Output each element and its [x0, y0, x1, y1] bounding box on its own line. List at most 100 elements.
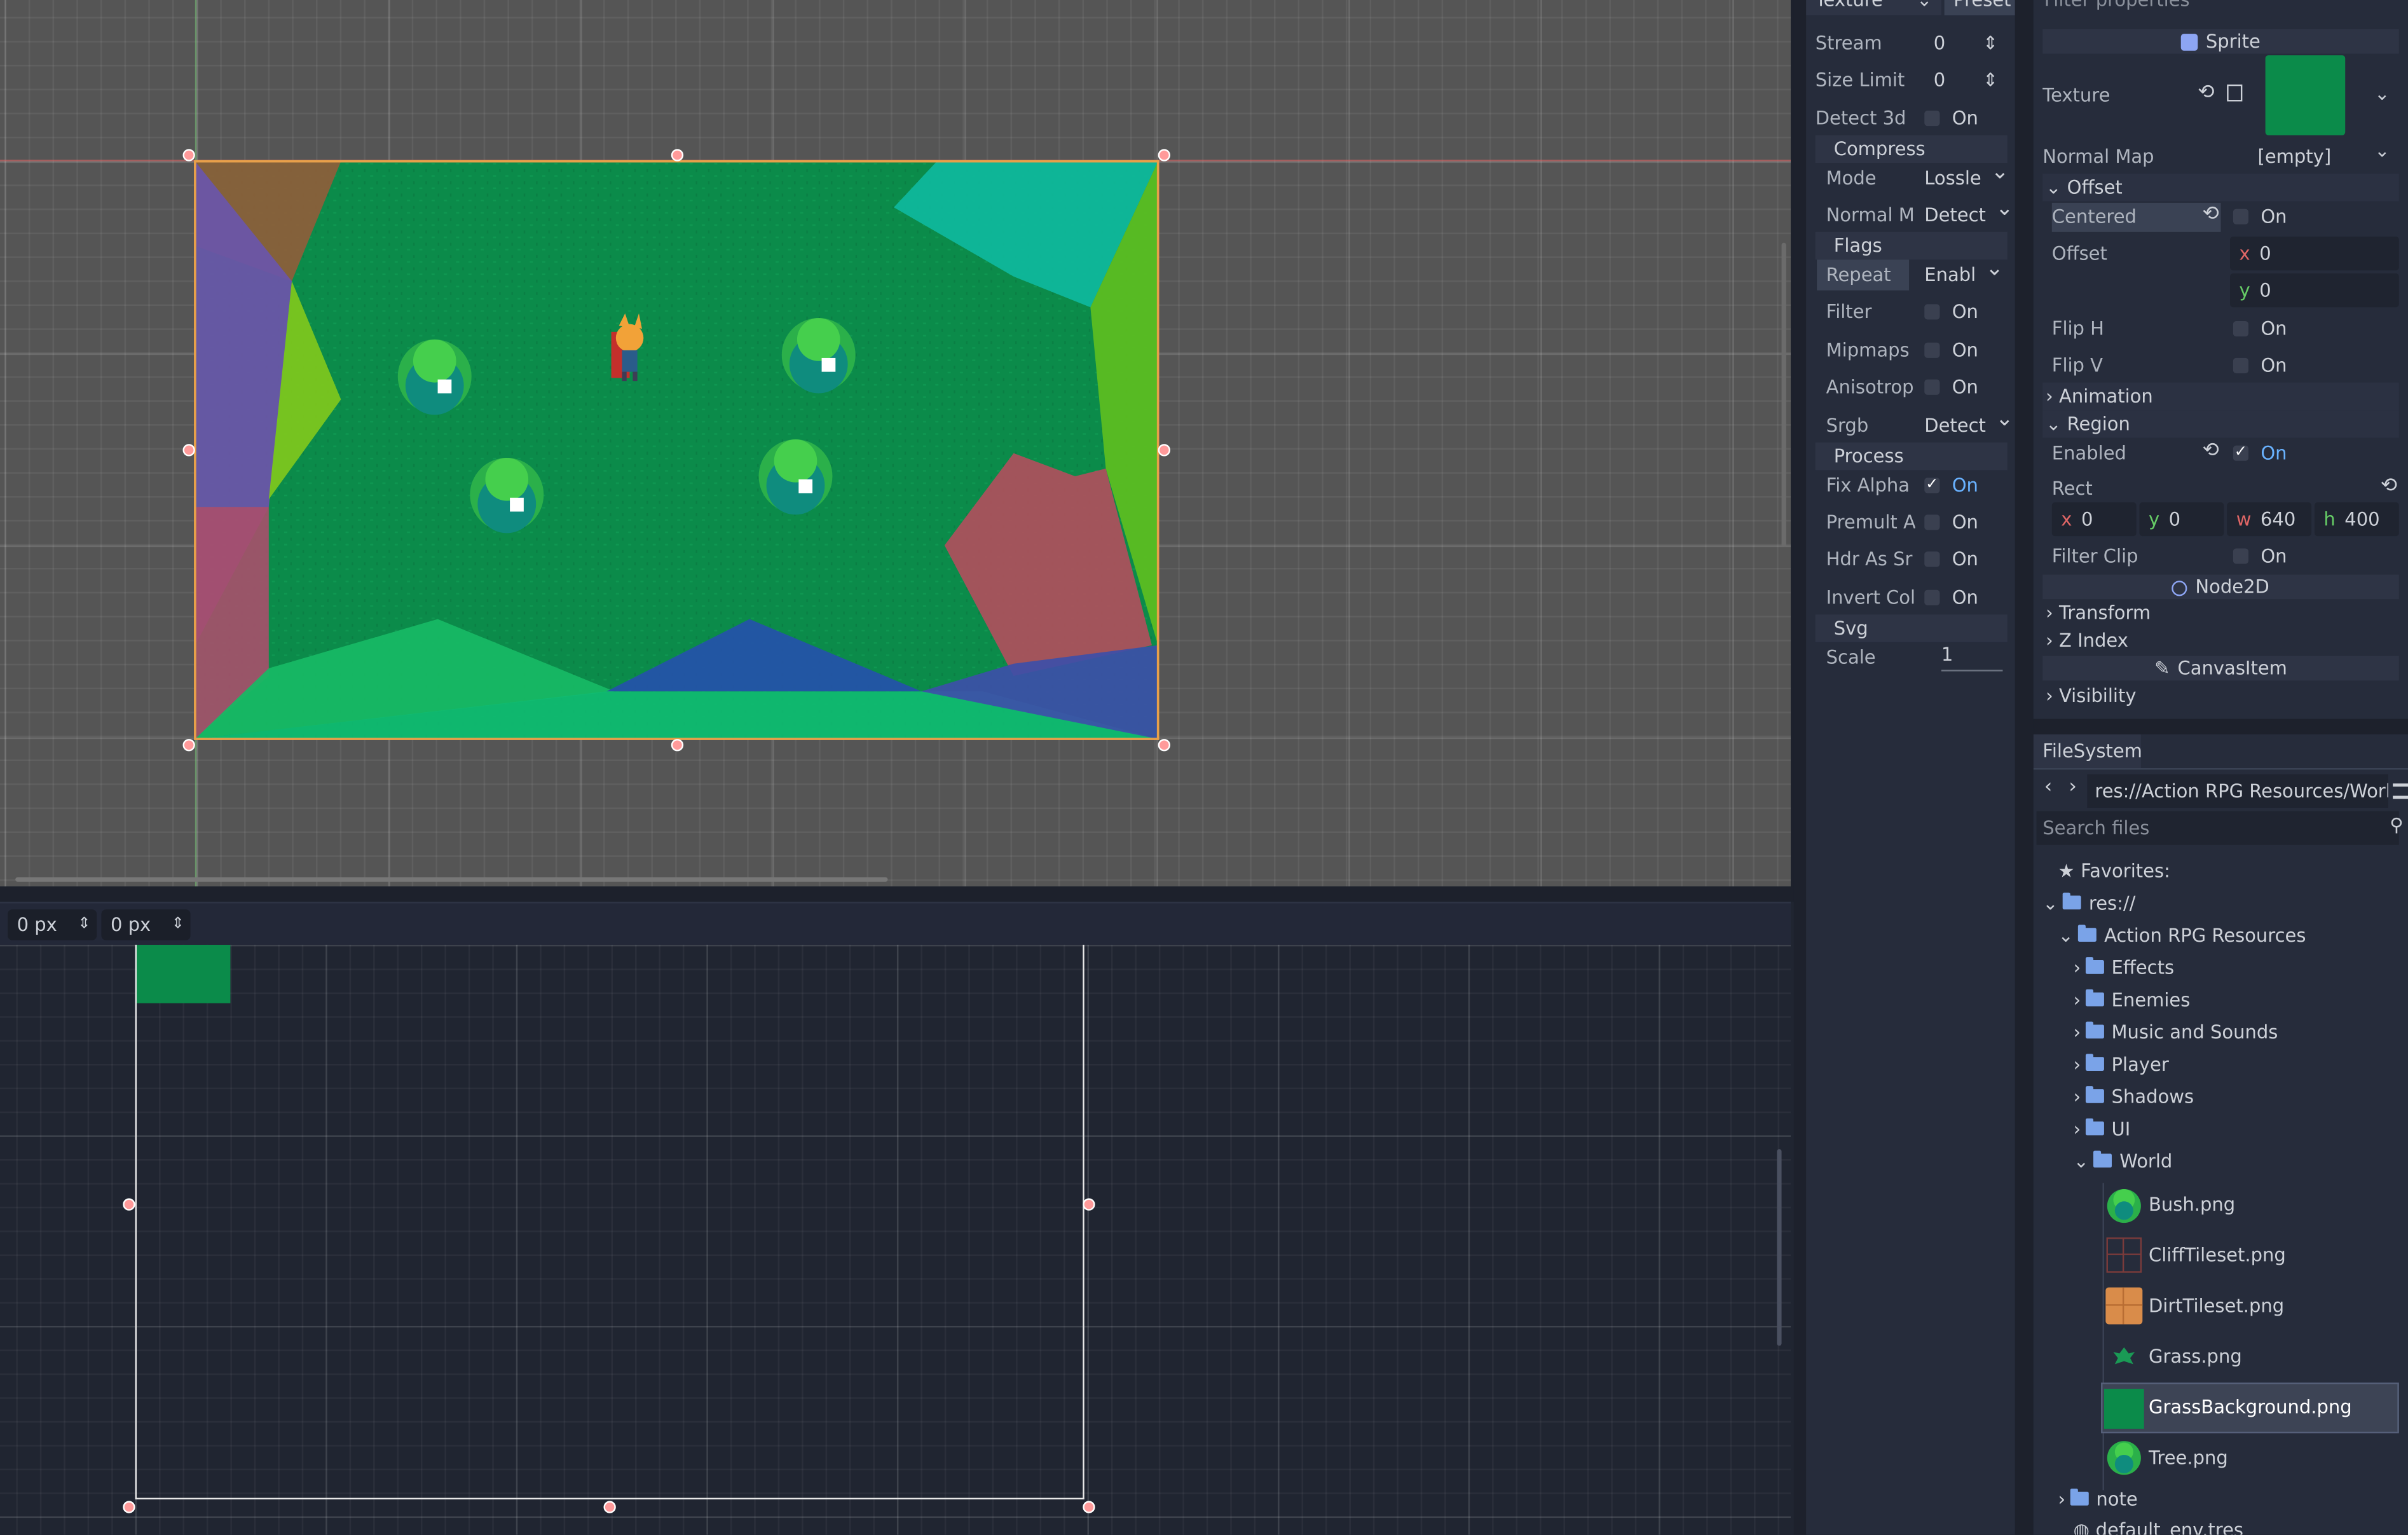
checkmark-icon[interactable]: ✓: [2233, 444, 2249, 460]
region-handle-b[interactable]: [603, 1501, 616, 1513]
filter-properties-input[interactable]: Filter properties: [2039, 0, 2408, 15]
region-editor-canvas[interactable]: [0, 944, 1791, 1535]
visibility-group[interactable]: › Visibility: [2042, 682, 2399, 710]
viewport-v-scrollbar[interactable]: [1781, 242, 1786, 547]
rect-x-field[interactable]: x0: [2051, 502, 2137, 537]
offset-x-field[interactable]: x0: [2230, 237, 2399, 271]
list-view-icon[interactable]: [2393, 783, 2408, 799]
normal-map-value[interactable]: [empty]: [2258, 146, 2332, 168]
tree-item-enemies[interactable]: › Enemies: [2074, 989, 2191, 1011]
anisotropic-checkbox[interactable]: On: [1924, 369, 1978, 406]
filter-checkbox[interactable]: On: [1924, 293, 1978, 330]
enabled-checkbox[interactable]: ✓ On: [2233, 443, 2287, 464]
srgb-dropdown[interactable]: Detect: [1924, 401, 2013, 444]
dock-splitter-h[interactable]: [2033, 719, 2408, 734]
panel-splitter[interactable]: [0, 886, 1794, 902]
file-item-tree[interactable]: Tree.png: [2149, 1447, 2228, 1469]
dock-splitter[interactable]: [2015, 0, 2034, 1535]
file-item-grass-background[interactable]: GrassBackground.png: [2149, 1396, 2352, 1418]
filter-clip-checkbox[interactable]: On: [2233, 546, 2287, 567]
offset-y-field[interactable]: y0: [2230, 273, 2399, 308]
checkbox-icon[interactable]: [1924, 303, 1940, 319]
centered-checkbox[interactable]: On: [2233, 206, 2287, 228]
invert-color-checkbox[interactable]: On: [1924, 579, 1978, 616]
region-v-scrollbar[interactable]: [1777, 1149, 1782, 1346]
file-item-cliff[interactable]: CliffTileset.png: [2149, 1244, 2286, 1266]
tree-item-effects[interactable]: › Effects: [2074, 957, 2174, 979]
file-item-bush[interactable]: Bush.png: [2149, 1194, 2235, 1215]
tree-item-shadows[interactable]: › Shadows: [2074, 1086, 2194, 1108]
offset-x-spinbox[interactable]: 0 px ⇕: [8, 909, 97, 940]
back-arrow-icon[interactable]: ‹: [2044, 776, 2053, 799]
spin-arrows-icon[interactable]: ⇕: [78, 909, 90, 940]
revert-icon[interactable]: ⟲: [2198, 81, 2214, 104]
resize-handle-bl[interactable]: [182, 739, 195, 752]
checkbox-icon[interactable]: [2233, 320, 2249, 336]
checkbox-icon[interactable]: [1924, 109, 1940, 125]
offset-y-spinbox[interactable]: 0 px ⇕: [101, 909, 191, 940]
region-rect[interactable]: [135, 944, 1084, 1500]
resize-handle-tr[interactable]: [1158, 149, 1170, 162]
revert-icon[interactable]: ⟲: [2203, 439, 2219, 462]
tree-item-note[interactable]: › note: [2058, 1489, 2138, 1510]
premult-alpha-checkbox[interactable]: On: [1924, 504, 1978, 540]
checkbox-icon[interactable]: [2233, 208, 2249, 224]
compress-section[interactable]: Compress: [1815, 135, 2008, 163]
search-files-input[interactable]: Search files: [2036, 811, 2399, 845]
tree-item-music[interactable]: › Music and Sounds: [2074, 1022, 2278, 1043]
checkbox-icon[interactable]: [1924, 589, 1940, 605]
resize-handle-r[interactable]: [1158, 444, 1170, 457]
rect-h-field[interactable]: h 400: [2314, 502, 2399, 537]
normal-map-dropdown[interactable]: Detect: [1924, 191, 2013, 233]
favorites-item[interactable]: ★ Favorites:: [2058, 860, 2170, 882]
checkbox-icon[interactable]: [1924, 514, 1940, 530]
search-icon[interactable]: ⚲: [2390, 814, 2403, 836]
revert-icon[interactable]: ⟲: [2203, 203, 2219, 226]
process-section[interactable]: Process: [1815, 442, 2008, 471]
file-item-default-env[interactable]: ◍ default_env.tres: [2074, 1519, 2243, 1534]
resize-handle-t[interactable]: [671, 149, 684, 162]
rect-y-field[interactable]: y0: [2139, 502, 2224, 537]
flip-h-checkbox[interactable]: On: [2233, 318, 2287, 340]
repeat-dropdown[interactable]: Enabl: [1924, 251, 2002, 293]
tree-item-res[interactable]: ⌄ res://: [2042, 893, 2135, 914]
flags-section[interactable]: Flags: [1815, 231, 2008, 260]
offset-group[interactable]: ⌄ Offset: [2042, 174, 2399, 202]
preset-button[interactable]: Preset: [1944, 0, 2015, 16]
transform-group[interactable]: › Transform: [2042, 599, 2399, 626]
checkbox-icon[interactable]: [1924, 378, 1940, 394]
tree-item-player[interactable]: › Player: [2074, 1054, 2169, 1075]
resize-handle-tl[interactable]: [182, 149, 195, 162]
spin-arrows-icon[interactable]: ⇕: [1983, 25, 1998, 62]
chevron-down-icon[interactable]: ⌄: [2374, 83, 2390, 104]
region-handle-bl[interactable]: [123, 1501, 135, 1513]
fix-alpha-checkbox[interactable]: ✓ On: [1924, 467, 1978, 504]
checkbox-icon[interactable]: [1924, 341, 1940, 357]
file-item-dirt[interactable]: DirtTileset.png: [2149, 1295, 2284, 1317]
mipmaps-checkbox[interactable]: On: [1924, 332, 1978, 369]
stream-value[interactable]: 0: [1934, 25, 1945, 62]
size-limit-value[interactable]: 0: [1934, 62, 1945, 99]
filesystem-tab[interactable]: FileSystem: [2033, 734, 2142, 768]
region-handle-r[interactable]: [1083, 1198, 1095, 1211]
chevron-down-icon[interactable]: ⌄: [2374, 140, 2390, 162]
rect-w-field[interactable]: w 640: [2227, 502, 2312, 537]
region-handle-l[interactable]: [123, 1198, 135, 1211]
zindex-group[interactable]: › Z Index: [2042, 627, 2399, 654]
mode-dropdown[interactable]: Lossle: [1924, 154, 2009, 196]
revert-icon[interactable]: ⟲: [2381, 475, 2397, 498]
texture-thumbnail[interactable]: [2265, 55, 2346, 135]
forward-arrow-icon[interactable]: ›: [2069, 776, 2077, 799]
hdr-as-srgb-checkbox[interactable]: On: [1924, 540, 1978, 577]
resize-handle-b[interactable]: [671, 739, 684, 752]
svg-section[interactable]: Svg: [1815, 614, 2008, 642]
animation-group[interactable]: › Animation: [2042, 382, 2399, 411]
region-handle-br[interactable]: [1083, 1501, 1095, 1513]
tree-item-world[interactable]: ⌄ World: [2074, 1151, 2173, 1173]
region-group[interactable]: ⌄ Region: [2042, 410, 2399, 438]
resize-handle-br[interactable]: [1158, 739, 1170, 752]
file-item-grass[interactable]: Grass.png: [2149, 1346, 2242, 1367]
detect3d-checkbox[interactable]: On: [1924, 100, 1978, 137]
tree-item-action-rpg[interactable]: ⌄ Action RPG Resources: [2058, 925, 2306, 946]
dock-splitter[interactable]: [1793, 0, 1807, 1535]
